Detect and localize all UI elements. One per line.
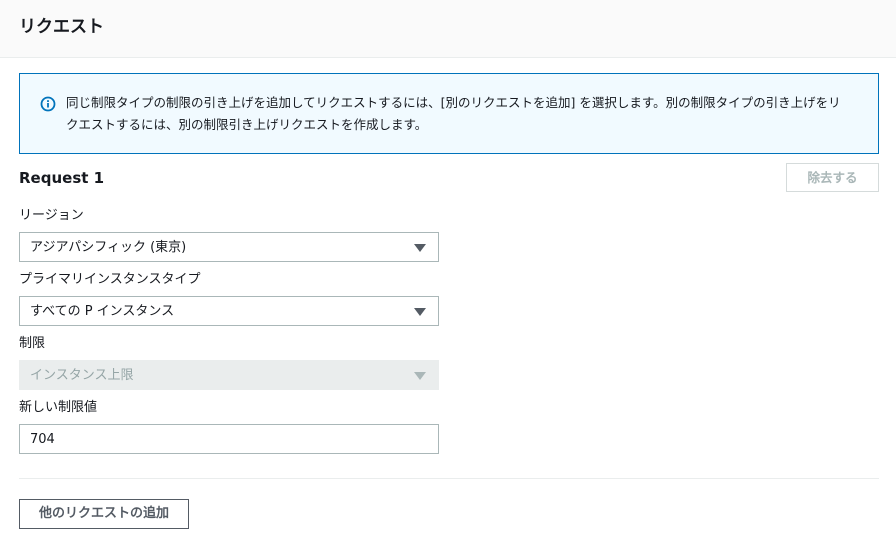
info-message-line1: 同じ制限タイプの制限の引き上げを追加してリクエストするには、[別のリクエストを追… xyxy=(66,95,841,110)
instance-type-label: プライマリインスタンスタイプ xyxy=(19,272,201,287)
page-header: リクエスト xyxy=(0,0,896,58)
region-select-value: アジアパシフィック (東京) xyxy=(30,240,187,255)
limit-label: 制限 xyxy=(19,336,46,351)
add-request-button[interactable]: 他のリクエストの追加 xyxy=(19,499,189,529)
new-limit-input[interactable] xyxy=(19,424,439,454)
instance-type-select-value: すべての P インスタンス xyxy=(30,304,175,319)
info-message: 同じ制限タイプの制限の引き上げを追加してリクエストするには、[別のリクエストを追… xyxy=(66,92,866,136)
remove-button[interactable]: 除去する xyxy=(786,163,879,192)
request-title: Request 1 xyxy=(19,169,105,187)
info-message-line2: クエストするには、別の制限引き上げリクエストを作成します。 xyxy=(66,117,428,132)
region-select[interactable]: アジアパシフィック (東京) xyxy=(19,232,439,262)
caret-down-icon xyxy=(414,244,426,252)
info-icon xyxy=(40,96,56,112)
page-title: リクエスト xyxy=(19,17,104,37)
limit-select-value: インスタンス上限 xyxy=(30,368,134,383)
instance-type-select[interactable]: すべての P インスタンス xyxy=(19,296,439,326)
limit-select: インスタンス上限 xyxy=(19,360,439,390)
new-limit-label: 新しい制限値 xyxy=(19,400,98,415)
region-label: リージョン xyxy=(19,208,84,223)
divider xyxy=(19,478,879,479)
caret-down-icon xyxy=(414,308,426,316)
info-alert: 同じ制限タイプの制限の引き上げを追加してリクエストするには、[別のリクエストを追… xyxy=(19,73,879,154)
caret-down-icon xyxy=(414,372,426,380)
